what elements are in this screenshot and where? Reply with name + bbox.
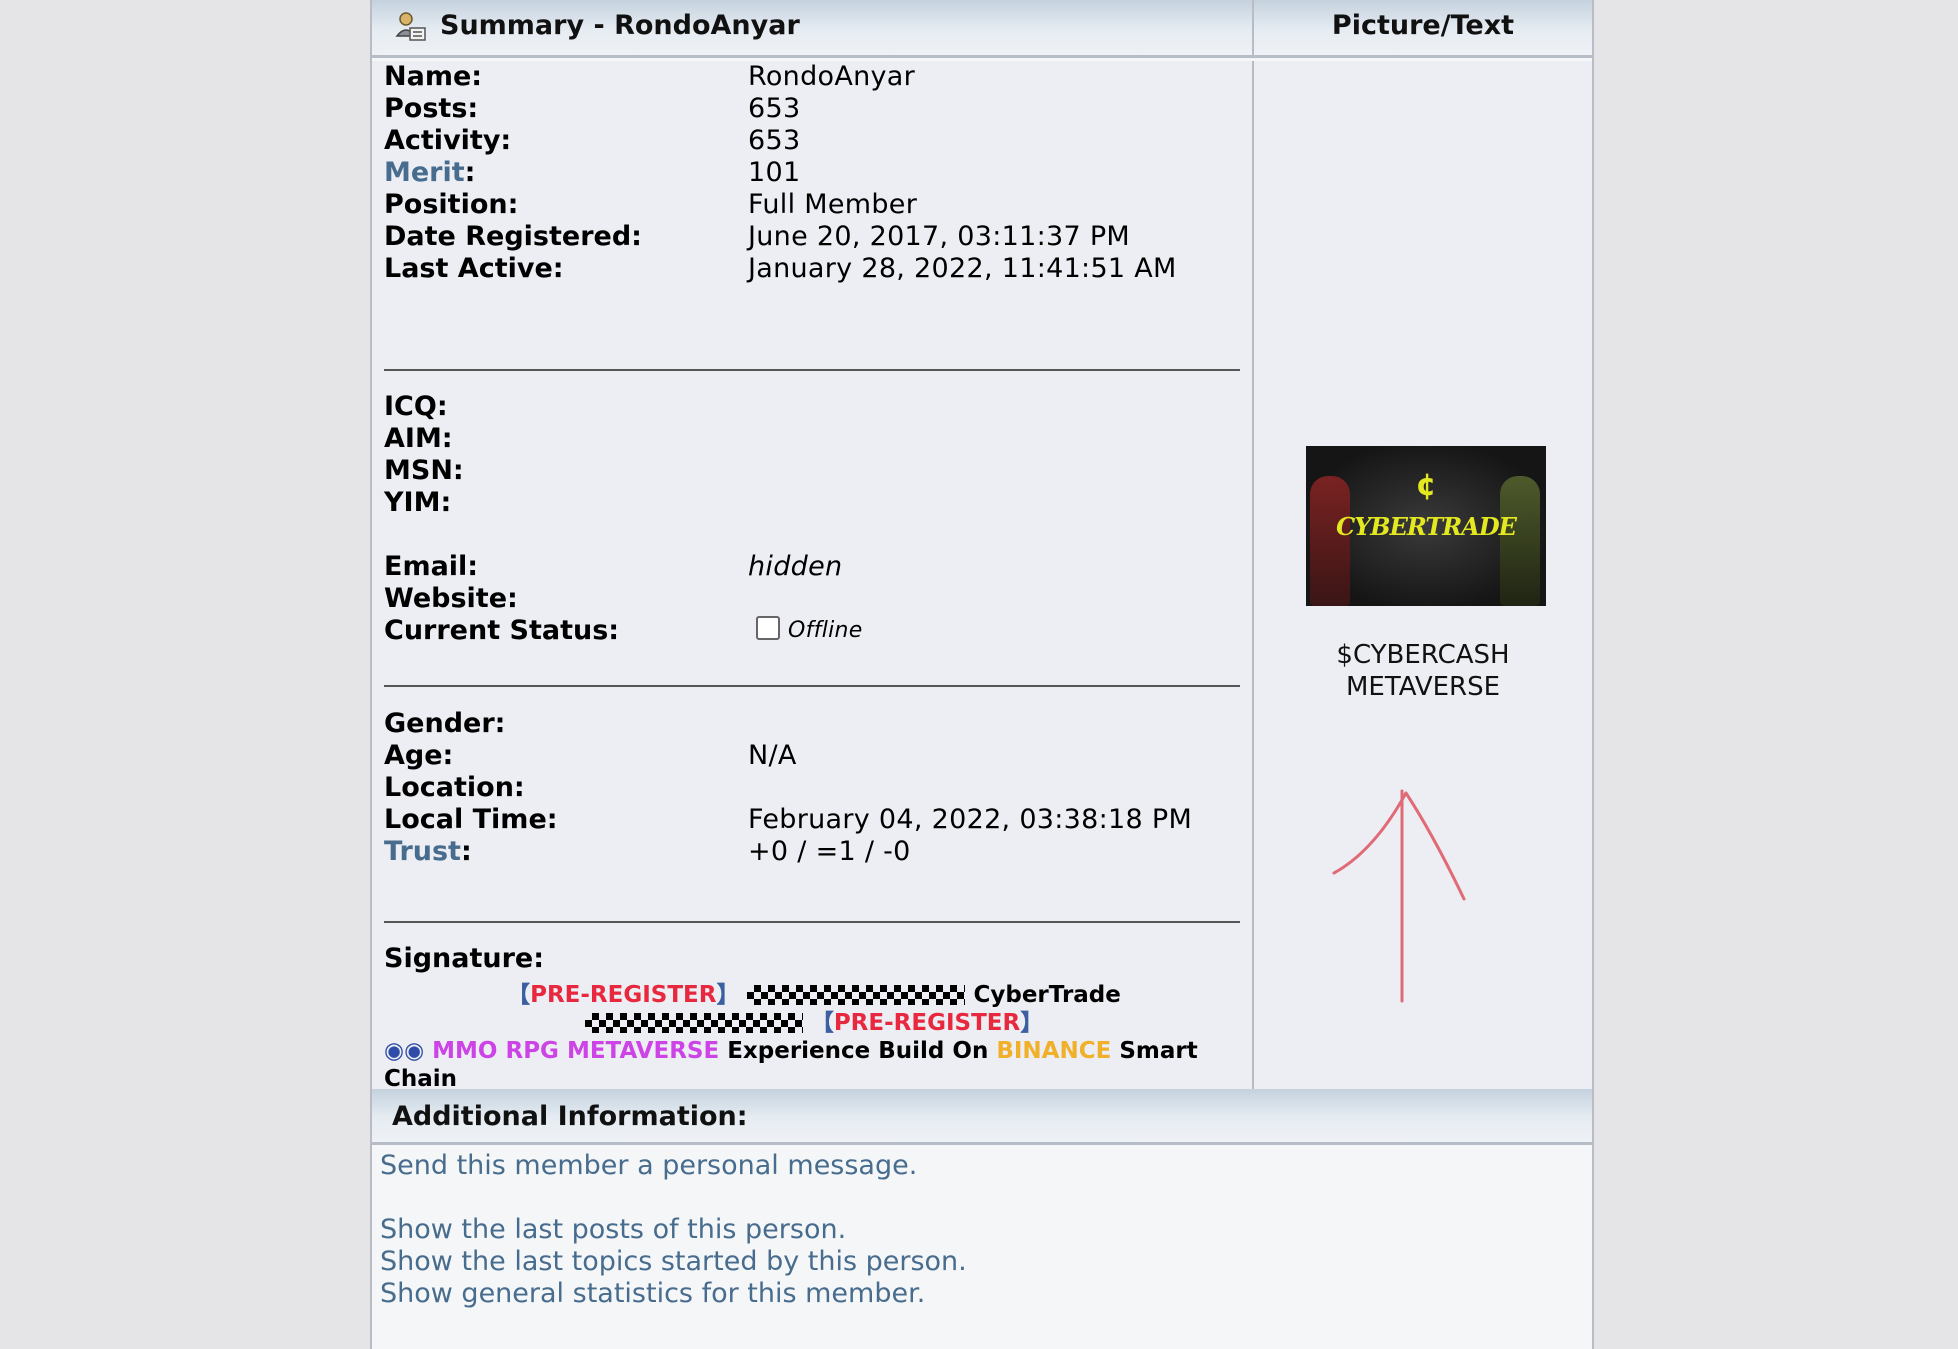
last-active-label: Last Active: xyxy=(384,253,564,284)
signature-label: Signature: xyxy=(384,943,545,974)
pre-register-link[interactable]: PRE-REGISTER xyxy=(530,982,716,1008)
position-label: Position: xyxy=(384,189,519,220)
email-label: Email: xyxy=(384,551,479,582)
date-registered-label: Date Registered: xyxy=(384,221,642,252)
additional-links: Send this member a personal message. Sho… xyxy=(380,1150,967,1310)
divider xyxy=(384,369,1240,371)
aim-label: AIM: xyxy=(384,423,453,454)
picture-text-header: Picture/Text xyxy=(1254,0,1592,58)
signature-line-2: 【PRE-REGISTER】 xyxy=(384,1009,1244,1037)
name-label: Name: xyxy=(384,61,483,92)
checker-pattern xyxy=(747,985,966,1005)
trust-link[interactable]: Trust xyxy=(384,836,461,867)
divider xyxy=(384,685,1240,687)
banner-coin-mark: ¢ xyxy=(1415,468,1437,503)
yim-label: YIM: xyxy=(384,487,452,518)
position-value: Full Member xyxy=(748,189,918,220)
merit-label: Merit: xyxy=(384,157,476,188)
age-value: N/A xyxy=(748,740,797,771)
dots-icon: ◉◉ xyxy=(384,1038,425,1064)
user-profile-icon xyxy=(395,12,426,41)
posts-label: Posts: xyxy=(384,93,479,124)
signature-block[interactable]: 【PRE-REGISTER】 CyberTrade 【PRE-REGISTER】… xyxy=(384,981,1244,1087)
trust-label: Trust: xyxy=(384,836,472,867)
summary-title: Summary - RondoAnyar xyxy=(440,10,800,41)
date-registered-value: June 20, 2017, 03:11:37 PM xyxy=(748,221,1131,252)
avatar-banner: ¢ CYBERTRADE xyxy=(1306,446,1546,606)
profile-frame: Summary - RondoAnyar Picture/Text Name: … xyxy=(370,0,1594,1349)
general-stats-link[interactable]: Show general statistics for this member. xyxy=(380,1278,967,1310)
last-posts-link[interactable]: Show the last posts of this person. xyxy=(380,1214,967,1246)
activity-value: 653 xyxy=(748,125,801,156)
send-pm-link[interactable]: Send this member a personal message. xyxy=(380,1150,967,1182)
merit-link[interactable]: Merit xyxy=(384,157,465,188)
gender-label: Gender: xyxy=(384,708,506,739)
current-status-value: Offline xyxy=(756,616,863,643)
last-topics-link[interactable]: Show the last topics started by this per… xyxy=(380,1246,967,1278)
divider xyxy=(384,921,1240,923)
local-time-label: Local Time: xyxy=(384,804,558,835)
local-time-value: February 04, 2022, 03:38:18 PM xyxy=(748,804,1193,835)
signature-line-3: ◉◉ MMO RPG METAVERSE Experience Build On… xyxy=(384,1038,1198,1087)
posts-value: 653 xyxy=(748,93,801,124)
merit-value: 101 xyxy=(748,157,801,188)
msn-label: MSN: xyxy=(384,455,464,486)
additional-info-title: Additional Information: xyxy=(392,1101,748,1132)
offline-status-icon xyxy=(756,616,780,640)
signature-line-1: 【PRE-REGISTER】 CyberTrade xyxy=(507,982,1121,1008)
banner-logo-text: CYBERTRADE xyxy=(1336,512,1517,541)
age-label: Age: xyxy=(384,740,454,771)
status-text: Offline xyxy=(788,618,863,643)
last-active-value: January 28, 2022, 11:41:51 AM xyxy=(748,253,1177,284)
website-label: Website: xyxy=(384,583,518,614)
checker-pattern xyxy=(584,1013,803,1033)
pre-register-link[interactable]: PRE-REGISTER xyxy=(834,1010,1020,1036)
email-value: hidden xyxy=(748,551,843,582)
arrow-up-icon xyxy=(1332,789,1466,1003)
summary-header: Summary - RondoAnyar xyxy=(372,0,1254,58)
summary-panel: Name: RondoAnyar Posts: 653 Activity: 65… xyxy=(372,61,1254,1089)
location-label: Location: xyxy=(384,772,525,803)
activity-label: Activity: xyxy=(384,125,512,156)
icq-label: ICQ: xyxy=(384,391,448,422)
cybertrade-text: CyberTrade xyxy=(973,982,1121,1008)
additional-info-header: Additional Information: xyxy=(372,1089,1592,1145)
picture-panel: ¢ CYBERTRADE $CYBERCASH METAVERSE xyxy=(1254,61,1592,1089)
name-value: RondoAnyar xyxy=(748,61,916,92)
current-status-label: Current Status: xyxy=(384,615,620,646)
personal-text: $CYBERCASH METAVERSE xyxy=(1336,640,1510,702)
trust-value: +0 / =1 / -0 xyxy=(748,836,911,867)
